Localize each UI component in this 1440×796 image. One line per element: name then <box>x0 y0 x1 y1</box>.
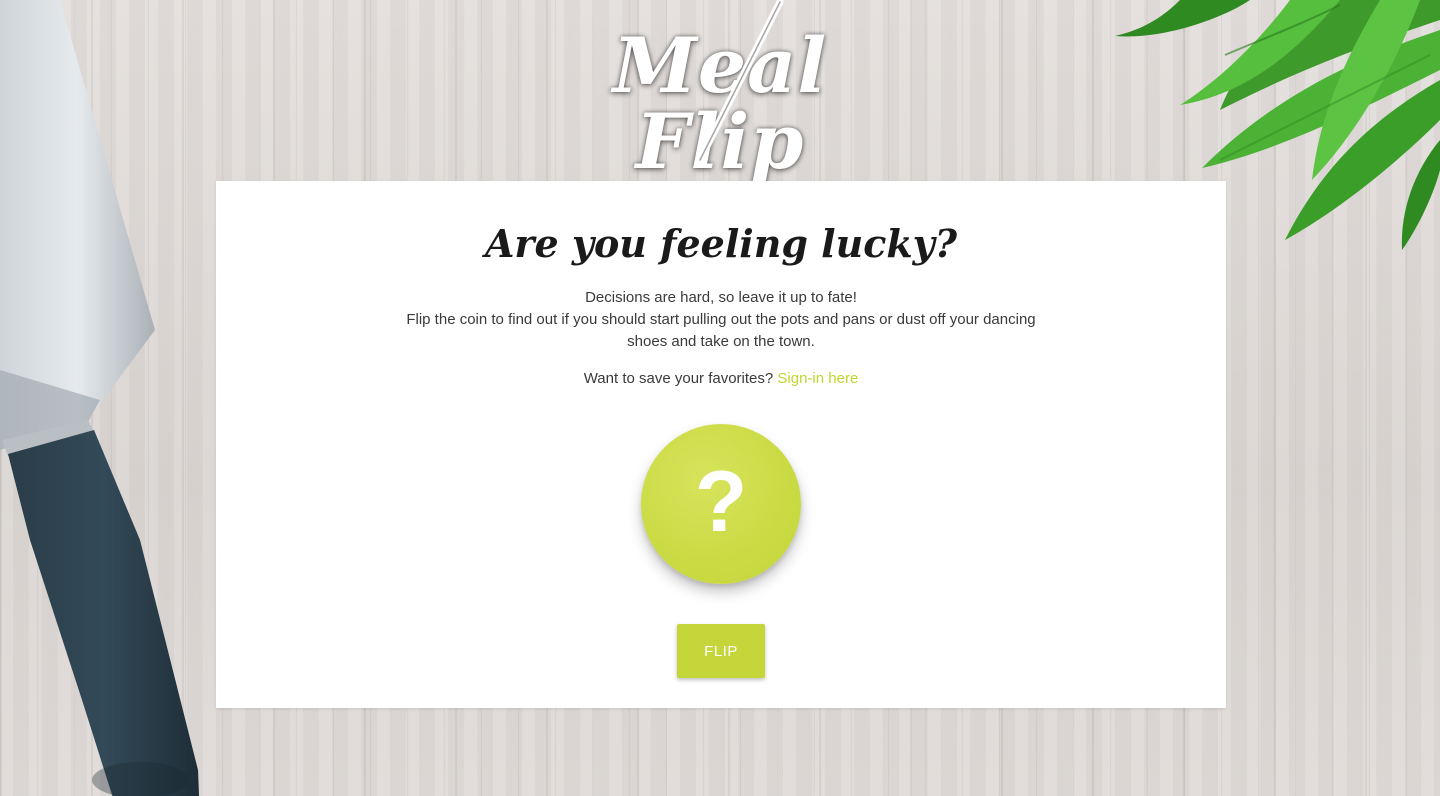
description-line-1: Decisions are hard, so leave it up to fa… <box>585 289 857 306</box>
chopstick-icon <box>696 0 784 164</box>
page-title: Are you feeling lucky? <box>484 221 958 266</box>
coin[interactable]: ? <box>641 424 801 584</box>
flip-card: Are you feeling lucky? Decisions are har… <box>216 181 1226 708</box>
question-mark-icon: ? <box>694 454 748 550</box>
description-line-2: Flip the coin to find out if you should … <box>406 311 1036 350</box>
signin-link[interactable]: Sign-in here <box>777 370 858 387</box>
flip-button[interactable]: FLIP <box>677 624 765 678</box>
signin-prompt: Want to save your favorites? Sign-in her… <box>216 368 1226 390</box>
meal-flip-logo: Meal Flip <box>540 0 900 180</box>
description: Decisions are hard, so leave it up to fa… <box>386 287 1056 353</box>
knife-illustration <box>0 0 200 796</box>
signin-prompt-text: Want to save your favorites? <box>583 370 778 387</box>
